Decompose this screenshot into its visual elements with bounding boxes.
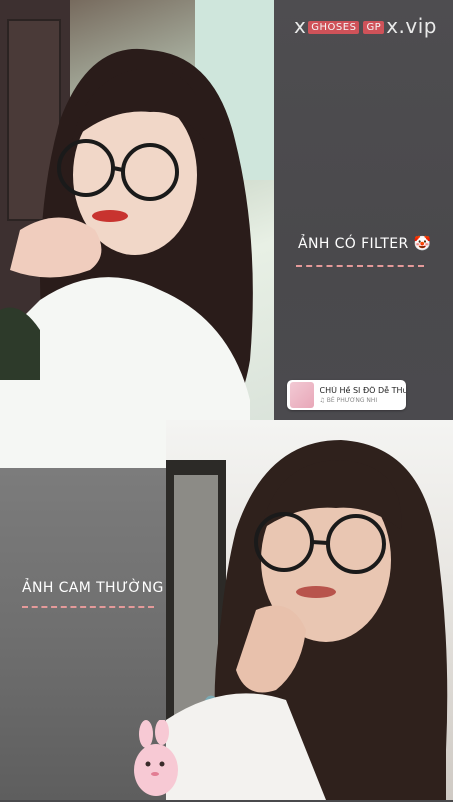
photo-normal bbox=[166, 420, 453, 800]
photo-filtered bbox=[0, 0, 274, 468]
music-title: CHÚ Hề SI ĐÔ Dễ THư... bbox=[319, 386, 407, 395]
caption-normal-underline bbox=[22, 606, 154, 608]
right-panel bbox=[274, 0, 453, 420]
bunny-sticker-icon bbox=[132, 719, 188, 798]
watermark-badge-b: GP bbox=[363, 21, 385, 34]
caption-filter-underline bbox=[296, 265, 424, 267]
watermark-text: x GHOSES GP x.vip bbox=[293, 14, 437, 38]
album-art-icon bbox=[290, 382, 314, 408]
music-artist: ♫ BÉ PHƯƠNG NHI bbox=[319, 397, 378, 404]
music-sticker[interactable]: CHÚ Hề SI ĐÔ Dễ THư... ♫ BÉ PHƯƠNG NHI bbox=[287, 380, 406, 410]
watermark-badge-a: GHOSES bbox=[308, 21, 360, 34]
caption-normal: ẢNH CAM THƯỜNG 😶‍🌫️ bbox=[22, 580, 187, 596]
caption-filter: ẢNH CÓ FILTER 🤡 bbox=[298, 236, 432, 252]
